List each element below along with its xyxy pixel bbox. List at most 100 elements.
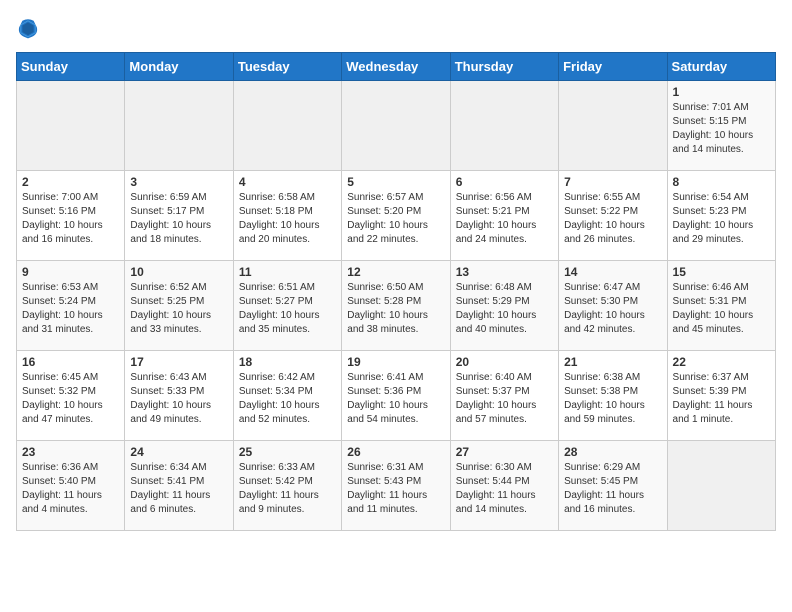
day-info: Sunrise: 6:59 AM Sunset: 5:17 PM Dayligh… bbox=[130, 191, 227, 247]
calendar-cell: 27 Sunrise: 6:30 AM Sunset: 5:44 PM Dayli… bbox=[450, 441, 558, 531]
day-info: Sunrise: 6:40 AM Sunset: 5:37 PM Dayligh… bbox=[456, 371, 553, 427]
day-number: 17 bbox=[130, 355, 227, 369]
day-info: Sunrise: 6:31 AM Sunset: 5:43 PM Dayligh… bbox=[347, 461, 444, 517]
day-info: Sunrise: 6:41 AM Sunset: 5:36 PM Dayligh… bbox=[347, 371, 444, 427]
day-info: Sunrise: 6:55 AM Sunset: 5:22 PM Dayligh… bbox=[564, 191, 661, 247]
calendar-cell: 5 Sunrise: 6:57 AM Sunset: 5:20 PM Daylig… bbox=[342, 171, 450, 261]
calendar-cell: 7 Sunrise: 6:55 AM Sunset: 5:22 PM Daylig… bbox=[559, 171, 667, 261]
calendar-cell: 8Sunrise: 6:54 AM Sunset: 5:23 PM Daylig… bbox=[667, 171, 775, 261]
day-info: Sunrise: 6:50 AM Sunset: 5:28 PM Dayligh… bbox=[347, 281, 444, 337]
day-info: Sunrise: 6:29 AM Sunset: 5:45 PM Dayligh… bbox=[564, 461, 661, 517]
day-info: Sunrise: 6:36 AM Sunset: 5:40 PM Dayligh… bbox=[22, 461, 119, 517]
day-info: Sunrise: 6:56 AM Sunset: 5:21 PM Dayligh… bbox=[456, 191, 553, 247]
calendar-cell bbox=[342, 81, 450, 171]
day-number: 21 bbox=[564, 355, 661, 369]
day-number: 5 bbox=[347, 175, 444, 189]
day-info: Sunrise: 6:46 AM Sunset: 5:31 PM Dayligh… bbox=[673, 281, 770, 337]
calendar-week-row: 2 Sunrise: 7:00 AM Sunset: 5:16 PM Daylig… bbox=[17, 171, 776, 261]
day-info: Sunrise: 6:37 AM Sunset: 5:39 PM Dayligh… bbox=[673, 371, 770, 427]
day-info: Sunrise: 6:52 AM Sunset: 5:25 PM Dayligh… bbox=[130, 281, 227, 337]
logo bbox=[16, 16, 44, 40]
calendar-cell bbox=[559, 81, 667, 171]
day-info: Sunrise: 6:53 AM Sunset: 5:24 PM Dayligh… bbox=[22, 281, 119, 337]
day-info: Sunrise: 6:30 AM Sunset: 5:44 PM Dayligh… bbox=[456, 461, 553, 517]
calendar-cell: 19 Sunrise: 6:41 AM Sunset: 5:36 PM Dayli… bbox=[342, 351, 450, 441]
day-number: 14 bbox=[564, 265, 661, 279]
day-number: 15 bbox=[673, 265, 770, 279]
day-number: 2 bbox=[22, 175, 119, 189]
day-info: Sunrise: 6:34 AM Sunset: 5:41 PM Dayligh… bbox=[130, 461, 227, 517]
calendar-cell: 26 Sunrise: 6:31 AM Sunset: 5:43 PM Dayli… bbox=[342, 441, 450, 531]
calendar-cell bbox=[450, 81, 558, 171]
calendar-cell: 22 Sunrise: 6:37 AM Sunset: 5:39 PM Dayli… bbox=[667, 351, 775, 441]
calendar-cell: 3 Sunrise: 6:59 AM Sunset: 5:17 PM Daylig… bbox=[125, 171, 233, 261]
header bbox=[16, 16, 776, 40]
day-number: 3 bbox=[130, 175, 227, 189]
day-info: Sunrise: 6:48 AM Sunset: 5:29 PM Dayligh… bbox=[456, 281, 553, 337]
calendar-cell: 16 Sunrise: 6:45 AM Sunset: 5:32 PM Dayli… bbox=[17, 351, 125, 441]
calendar-cell: 12 Sunrise: 6:50 AM Sunset: 5:28 PM Dayli… bbox=[342, 261, 450, 351]
day-number: 19 bbox=[347, 355, 444, 369]
day-number: 25 bbox=[239, 445, 336, 459]
calendar-cell: 28 Sunrise: 6:29 AM Sunset: 5:45 PM Dayli… bbox=[559, 441, 667, 531]
calendar-cell: 24 Sunrise: 6:34 AM Sunset: 5:41 PM Dayli… bbox=[125, 441, 233, 531]
day-number: 22 bbox=[673, 355, 770, 369]
day-number: 4 bbox=[239, 175, 336, 189]
calendar-cell: 18Sunrise: 6:42 AM Sunset: 5:34 PM Dayli… bbox=[233, 351, 341, 441]
calendar-table: SundayMondayTuesdayWednesdayThursdayFrid… bbox=[16, 52, 776, 531]
day-info: Sunrise: 6:38 AM Sunset: 5:38 PM Dayligh… bbox=[564, 371, 661, 427]
day-number: 6 bbox=[456, 175, 553, 189]
day-number: 11 bbox=[239, 265, 336, 279]
day-number: 10 bbox=[130, 265, 227, 279]
calendar-cell: 9 Sunrise: 6:53 AM Sunset: 5:24 PM Daylig… bbox=[17, 261, 125, 351]
calendar-cell: 11 Sunrise: 6:51 AM Sunset: 5:27 PM Dayli… bbox=[233, 261, 341, 351]
day-number: 26 bbox=[347, 445, 444, 459]
calendar-cell: 14 Sunrise: 6:47 AM Sunset: 5:30 PM Dayli… bbox=[559, 261, 667, 351]
day-number: 24 bbox=[130, 445, 227, 459]
day-info: Sunrise: 6:58 AM Sunset: 5:18 PM Dayligh… bbox=[239, 191, 336, 247]
day-number: 16 bbox=[22, 355, 119, 369]
calendar-cell: 15 Sunrise: 6:46 AM Sunset: 5:31 PM Dayli… bbox=[667, 261, 775, 351]
day-number: 9 bbox=[22, 265, 119, 279]
day-info: Sunrise: 6:33 AM Sunset: 5:42 PM Dayligh… bbox=[239, 461, 336, 517]
calendar-week-row: 16 Sunrise: 6:45 AM Sunset: 5:32 PM Dayli… bbox=[17, 351, 776, 441]
day-info: Sunrise: 7:01 AM Sunset: 5:15 PM Dayligh… bbox=[673, 101, 770, 157]
calendar-cell: 4 Sunrise: 6:58 AM Sunset: 5:18 PM Daylig… bbox=[233, 171, 341, 261]
calendar-cell: 1 Sunrise: 7:01 AM Sunset: 5:15 PM Daylig… bbox=[667, 81, 775, 171]
day-info: Sunrise: 6:45 AM Sunset: 5:32 PM Dayligh… bbox=[22, 371, 119, 427]
day-number: 18 bbox=[239, 355, 336, 369]
calendar-cell: 2 Sunrise: 7:00 AM Sunset: 5:16 PM Daylig… bbox=[17, 171, 125, 261]
day-number: 1 bbox=[673, 85, 770, 99]
calendar-cell: 25 Sunrise: 6:33 AM Sunset: 5:42 PM Dayli… bbox=[233, 441, 341, 531]
calendar-cell: 20 Sunrise: 6:40 AM Sunset: 5:37 PM Dayli… bbox=[450, 351, 558, 441]
day-number: 13 bbox=[456, 265, 553, 279]
header-monday: Monday bbox=[125, 53, 233, 81]
day-number: 8 bbox=[673, 175, 770, 189]
day-info: Sunrise: 6:57 AM Sunset: 5:20 PM Dayligh… bbox=[347, 191, 444, 247]
calendar-cell: 10 Sunrise: 6:52 AM Sunset: 5:25 PM Dayli… bbox=[125, 261, 233, 351]
header-friday: Friday bbox=[559, 53, 667, 81]
day-info: Sunrise: 7:00 AM Sunset: 5:16 PM Dayligh… bbox=[22, 191, 119, 247]
header-thursday: Thursday bbox=[450, 53, 558, 81]
calendar-header-row: SundayMondayTuesdayWednesdayThursdayFrid… bbox=[17, 53, 776, 81]
logo-icon bbox=[16, 16, 40, 40]
day-info: Sunrise: 6:47 AM Sunset: 5:30 PM Dayligh… bbox=[564, 281, 661, 337]
calendar-cell bbox=[667, 441, 775, 531]
header-sunday: Sunday bbox=[17, 53, 125, 81]
header-tuesday: Tuesday bbox=[233, 53, 341, 81]
calendar-week-row: 9 Sunrise: 6:53 AM Sunset: 5:24 PM Daylig… bbox=[17, 261, 776, 351]
day-number: 7 bbox=[564, 175, 661, 189]
day-number: 20 bbox=[456, 355, 553, 369]
calendar-cell bbox=[17, 81, 125, 171]
calendar-cell: 21 Sunrise: 6:38 AM Sunset: 5:38 PM Dayli… bbox=[559, 351, 667, 441]
calendar-cell bbox=[233, 81, 341, 171]
day-number: 28 bbox=[564, 445, 661, 459]
day-number: 27 bbox=[456, 445, 553, 459]
day-info: Sunrise: 6:51 AM Sunset: 5:27 PM Dayligh… bbox=[239, 281, 336, 337]
day-number: 23 bbox=[22, 445, 119, 459]
calendar-week-row: 1 Sunrise: 7:01 AM Sunset: 5:15 PM Daylig… bbox=[17, 81, 776, 171]
day-number: 12 bbox=[347, 265, 444, 279]
day-info: Sunrise: 6:43 AM Sunset: 5:33 PM Dayligh… bbox=[130, 371, 227, 427]
calendar-cell: 23 Sunrise: 6:36 AM Sunset: 5:40 PM Dayli… bbox=[17, 441, 125, 531]
calendar-cell: 13 Sunrise: 6:48 AM Sunset: 5:29 PM Dayli… bbox=[450, 261, 558, 351]
